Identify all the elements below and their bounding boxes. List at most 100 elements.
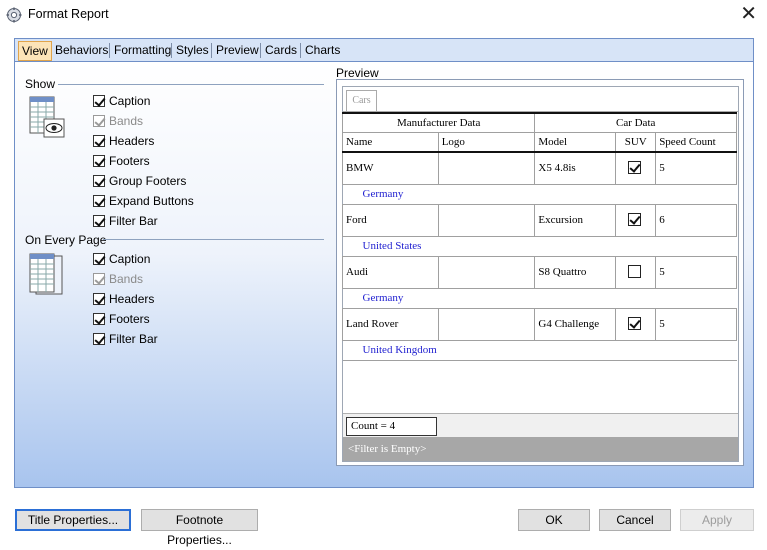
page-caption-checkbox[interactable]: Caption	[93, 251, 150, 267]
ok-button[interactable]: OK	[518, 509, 590, 531]
tab-cards[interactable]: Cards	[262, 41, 300, 61]
preview-grid: Cars Manufacturer Data Car Data Name Log…	[341, 86, 739, 462]
checkbox-label: Bands	[109, 114, 144, 128]
grid-footer: Count = 4	[343, 413, 738, 437]
show-headers-checkbox[interactable]: Headers	[93, 133, 154, 149]
show-group-label: Show	[25, 77, 56, 91]
every-page-group-label: On Every Page	[25, 233, 107, 247]
checkbox-label: Headers	[109, 292, 155, 306]
tab-separator	[171, 43, 172, 58]
tab-preview[interactable]: Preview	[213, 41, 262, 61]
preview-frame: Cars Manufacturer Data Car Data Name Log…	[336, 79, 744, 466]
suv-checkbox	[628, 213, 642, 226]
cell-name: Audi	[342, 255, 439, 289]
cell-suv	[615, 307, 657, 341]
cell-logo	[437, 151, 536, 185]
cell-suv	[615, 151, 657, 185]
cell-model: G4 Challenge	[534, 307, 617, 341]
show-footers-checkbox[interactable]: Footers	[93, 153, 150, 169]
checkbox-label: Group Footers	[109, 174, 187, 188]
checkbox-box[interactable]	[93, 175, 105, 187]
tab-separator	[211, 43, 212, 58]
checkbox-label: Caption	[109, 94, 151, 108]
cell-speed-count: 5	[655, 307, 737, 341]
checkbox-label: Headers	[109, 134, 155, 148]
checkbox-label: Expand Buttons	[109, 194, 194, 208]
column-header: Speed Count	[655, 131, 737, 153]
cell-logo	[437, 203, 536, 237]
tab-formatting[interactable]: Formatting	[111, 41, 174, 61]
window-title: Format Report	[28, 7, 109, 21]
checkbox-box[interactable]	[93, 253, 105, 265]
cell-name: Ford	[342, 203, 439, 237]
tab-behaviors[interactable]: Behaviors	[52, 41, 111, 61]
report-view-icon	[29, 96, 65, 138]
page-headers-checkbox[interactable]: Headers	[93, 291, 154, 307]
grid-caption: Cars	[346, 90, 377, 111]
divider	[103, 239, 324, 240]
group-footer-row: Germany	[342, 183, 737, 205]
tab-separator	[260, 43, 261, 58]
group-footer-row: United Kingdom	[342, 339, 737, 361]
suv-checkbox	[628, 161, 642, 175]
checkbox-box[interactable]	[93, 155, 105, 167]
preview-table: Manufacturer Data Car Data Name Logo Mod…	[341, 112, 737, 361]
footnote-properties-button[interactable]: Footnote Properties...	[141, 509, 258, 547]
suv-checkbox	[628, 317, 642, 330]
group-country: United States	[342, 235, 737, 257]
suv-checkbox	[628, 265, 642, 278]
cell-speed-count: 5	[655, 151, 737, 185]
cell-logo	[437, 255, 536, 289]
checkbox-box[interactable]	[93, 95, 105, 107]
band-header: Car Data	[534, 112, 737, 133]
checkbox-label: Filter Bar	[109, 332, 158, 346]
checkbox-label: Footers	[109, 312, 150, 326]
checkbox-label: Footers	[109, 154, 150, 168]
tab-charts[interactable]: Charts	[302, 41, 343, 61]
title-properties-button[interactable]: Title Properties...	[15, 509, 131, 531]
group-country: United Kingdom	[342, 339, 737, 361]
cancel-button[interactable]: Cancel	[599, 509, 671, 531]
filter-bar: <Filter is Empty>	[343, 437, 738, 461]
show-caption-checkbox[interactable]: Caption	[93, 93, 150, 109]
checkbox-box	[93, 115, 105, 127]
checkbox-box[interactable]	[93, 313, 105, 325]
checkbox-box[interactable]	[93, 215, 105, 227]
checkbox-box[interactable]	[93, 135, 105, 147]
apply-button: Apply	[680, 509, 754, 531]
tab-strip: View Behaviors Formatting Styles Preview…	[14, 38, 754, 61]
table-row: Ford Excursion 6	[342, 203, 737, 237]
checkbox-box[interactable]	[93, 195, 105, 207]
cell-speed-count: 6	[655, 203, 737, 237]
group-country: Germany	[342, 287, 737, 309]
checkbox-box	[93, 273, 105, 285]
count-summary: Count = 4	[346, 417, 437, 436]
column-header: Name	[342, 131, 439, 153]
cell-suv	[615, 203, 657, 237]
checkbox-label: Caption	[109, 252, 151, 266]
page-filter-bar-checkbox[interactable]: Filter Bar	[93, 331, 158, 347]
cell-name: BMW	[342, 151, 439, 185]
checkbox-label: Filter Bar	[109, 214, 158, 228]
checkbox-box[interactable]	[93, 333, 105, 345]
page-bands-checkbox: Bands	[93, 271, 143, 287]
checkbox-label: Bands	[109, 272, 144, 286]
show-expand-buttons-checkbox[interactable]: Expand Buttons	[93, 193, 194, 209]
group-footer-row: United States	[342, 235, 737, 257]
band-header: Manufacturer Data	[341, 112, 536, 133]
show-filter-bar-checkbox[interactable]: Filter Bar	[93, 213, 158, 229]
checkbox-box[interactable]	[93, 293, 105, 305]
close-icon[interactable]: ✕	[740, 2, 757, 26]
show-group-footers-checkbox[interactable]: Group Footers	[93, 173, 186, 189]
preview-label: Preview	[336, 66, 379, 80]
group-footer-row: Germany	[342, 287, 737, 309]
tab-styles[interactable]: Styles	[173, 41, 212, 61]
page-footers-checkbox[interactable]: Footers	[93, 311, 150, 327]
tab-separator	[300, 43, 301, 58]
cell-model: X5 4.8is	[534, 151, 617, 185]
tab-view[interactable]: View	[18, 41, 52, 61]
cell-name: Land Rover	[342, 307, 439, 341]
column-header: Model	[534, 131, 617, 153]
table-row: Land Rover G4 Challenge 5	[342, 307, 737, 341]
gear-icon	[6, 7, 22, 23]
